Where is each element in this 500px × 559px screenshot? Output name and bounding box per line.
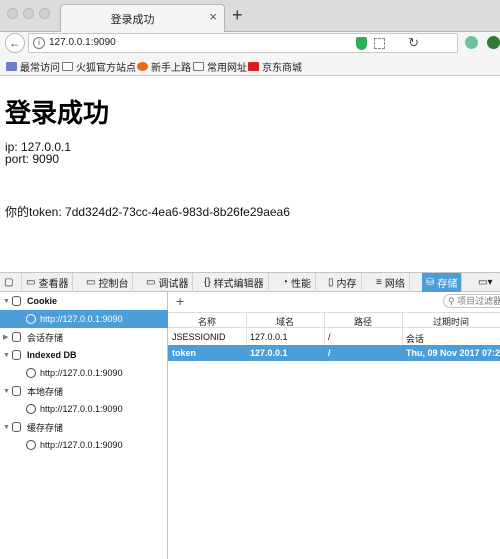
filter-placeholder: 项目过滤器 [457, 296, 500, 306]
tree-item-indexed-db-host[interactable]: http://127.0.0.1:9090 [0, 364, 168, 382]
database-icon [12, 422, 21, 432]
cell-path: / [328, 348, 331, 358]
tab-inspector[interactable]: ▭ 查看器 [22, 273, 74, 292]
bookmark-firefox-site[interactable]: 火狐官方站点 [62, 59, 136, 74]
cell-expires: 会话 [406, 334, 425, 344]
globe-icon [26, 440, 36, 450]
reload-icon[interactable]: ↻ [408, 35, 419, 51]
qr-code-icon[interactable] [374, 38, 385, 49]
cell-name: token [172, 348, 197, 358]
tree-item-cookie-host[interactable]: http://127.0.0.1:9090 [0, 310, 168, 328]
expand-down-icon[interactable]: ▼ [3, 298, 10, 305]
cell-name: JSESSIONID [172, 332, 226, 342]
performance-icon: ◔ [282, 277, 289, 288]
tab-style-editor[interactable]: {} 样式编辑器 [200, 273, 269, 292]
devtools-toolbar: ▢ ▭ 查看器 ▭ 控制台 ▭ 调试器 {} 样式编辑器 ◔ 性能 ▯ 内存 ≡ 网络 ⛁ 存储… [0, 272, 500, 292]
url-bar[interactable]: i 127.0.0.1:9090 ↻ [28, 33, 458, 53]
tree-item-cookie[interactable]: ▼ Cookie [0, 292, 168, 310]
filter-input[interactable]: ⚲ 项目过滤器 [443, 294, 500, 308]
database-icon [12, 350, 21, 360]
column-header-expires[interactable]: 过期时间 [402, 315, 500, 328]
globe-icon [26, 368, 36, 378]
back-button[interactable]: ← [5, 33, 25, 53]
storage-tree: ▼ Cookie http://127.0.0.1:9090 ▶ 会话存储 ▼ … [0, 292, 168, 559]
folder-icon [193, 62, 204, 71]
database-icon [12, 386, 21, 396]
column-header-path[interactable]: 路径 [324, 315, 402, 328]
bookmark-jd[interactable]: 京东商城 [248, 59, 302, 74]
cell-path: / [328, 332, 331, 342]
cookie-table-panel: + ⚲ 项目过滤器 名称 域名 路径 过期时间 JSESSIONID 127.0… [168, 292, 500, 559]
globe-icon [26, 314, 36, 324]
cell-domain: 127.0.0.1 [250, 332, 288, 342]
extension-icon-2[interactable] [487, 36, 500, 49]
cell-expires: Thu, 09 Nov 2017 07:28 [406, 348, 500, 358]
tab-title: 登录成功 [110, 14, 155, 26]
shield-icon[interactable] [356, 37, 367, 50]
tree-item-cache-storage-host[interactable]: http://127.0.0.1:9090 [0, 436, 168, 454]
element-picker-icon[interactable]: ▢ [0, 273, 22, 292]
tree-item-session-storage[interactable]: ▶ 会话存储 [0, 328, 168, 346]
port-text: port: 9090 [5, 152, 60, 166]
new-tab-button[interactable]: + [232, 6, 243, 24]
token-text: 你的token: 7dd324d2-73cc-4ea6-983d-8b26fe2… [5, 205, 290, 219]
cell-domain: 127.0.0.1 [250, 348, 288, 358]
filter-icon: ⚲ [448, 296, 458, 306]
dock-menu-icon[interactable]: ▭▾ [474, 273, 496, 292]
tree-item-local-storage[interactable]: ▼ 本地存储 [0, 382, 168, 400]
tree-item-indexed-db[interactable]: ▼ Indexed DB [0, 346, 168, 364]
jd-icon [248, 62, 259, 71]
database-icon [12, 296, 21, 306]
tab-memory[interactable]: ▯ 内存 [324, 273, 362, 292]
table-row[interactable]: JSESSIONID 127.0.0.1 / 会话 [168, 329, 500, 345]
bookmarks-bar: 最常访问 火狐官方站点 新手上路 常用网址 京东商城 [0, 54, 500, 76]
browser-tab[interactable]: 登录成功 × [60, 4, 225, 32]
network-icon: ≡ [376, 277, 382, 288]
bookmark-getting-started[interactable]: 新手上路 [137, 59, 191, 74]
globe-icon [26, 404, 36, 414]
navigation-bar: ← i 127.0.0.1:9090 ↻ [0, 32, 500, 54]
tree-item-local-storage-host[interactable]: http://127.0.0.1:9090 [0, 400, 168, 418]
tree-item-cache-storage[interactable]: ▼ 缓存存储 [0, 418, 168, 436]
page-title: 登录成功 [5, 98, 110, 128]
database-icon [12, 332, 21, 342]
table-row-selected[interactable]: token 127.0.0.1 / Thu, 09 Nov 2017 07:28 [168, 345, 500, 361]
tab-console[interactable]: ▭ 控制台 [82, 273, 134, 292]
bookmark-most-visited[interactable]: 最常访问 [6, 59, 60, 74]
memory-icon: ▯ [328, 277, 334, 288]
tab-close-icon[interactable]: × [209, 9, 217, 24]
column-header-name[interactable]: 名称 [168, 315, 246, 328]
expand-down-icon[interactable]: ▼ [3, 352, 10, 359]
add-item-button[interactable]: + [176, 293, 184, 309]
minimize-window-button[interactable] [23, 8, 34, 19]
folder-icon [62, 62, 73, 71]
expand-down-icon[interactable]: ▼ [3, 424, 10, 431]
console-icon: ▭ [86, 277, 96, 288]
bookmark-folder-icon [6, 62, 17, 71]
expand-right-icon[interactable]: ▶ [3, 333, 8, 341]
bookmark-common-sites[interactable]: 常用网址 [193, 59, 247, 74]
inspector-icon: ▭ [26, 277, 36, 288]
info-icon[interactable]: i [33, 37, 45, 49]
style-editor-icon: {} [204, 277, 211, 288]
expand-down-icon[interactable]: ▼ [3, 388, 10, 395]
tab-storage[interactable]: ⛁ 存储 [422, 273, 463, 292]
table-header: 名称 域名 路径 过期时间 [168, 312, 500, 328]
storage-icon: ⛁ [426, 277, 435, 288]
debugger-icon: ▭ [146, 277, 156, 288]
firefox-icon [137, 62, 148, 71]
column-header-domain[interactable]: 域名 [246, 315, 324, 328]
tab-debugger[interactable]: ▭ 调试器 [142, 273, 194, 292]
tab-performance[interactable]: ◔ 性能 [278, 273, 317, 292]
close-window-button[interactable] [7, 8, 18, 19]
zoom-window-button[interactable] [39, 8, 50, 19]
extension-icon[interactable] [465, 36, 478, 49]
title-bar: 登录成功 × + [0, 0, 500, 32]
url-text[interactable]: 127.0.0.1:9090 [49, 37, 116, 48]
tab-network[interactable]: ≡ 网络 [372, 273, 410, 292]
